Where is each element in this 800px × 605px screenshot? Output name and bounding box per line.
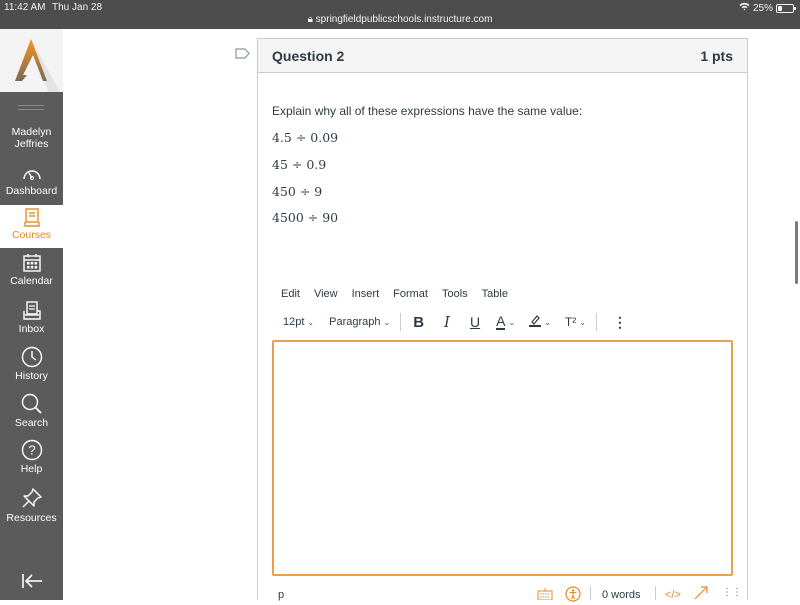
fullscreen-icon[interactable] [693, 586, 709, 603]
search-icon [21, 393, 43, 415]
menu-view[interactable]: View [314, 288, 338, 300]
status-bar: 11:42 AM Thu Jan 28 🔒︎ springfieldpublic… [0, 0, 800, 29]
svg-text:?: ? [28, 443, 35, 458]
chevron-down-icon: ⌄ [579, 317, 586, 327]
editor-menubar: Edit View Insert Format Tools Table [281, 288, 508, 300]
font-size-select[interactable]: 12pt ⌄ [283, 316, 314, 328]
question-header: Question 2 1 pts [258, 39, 747, 73]
sidebar-item-search[interactable]: Search [0, 393, 63, 429]
html-editor-toggle[interactable]: </> [665, 589, 681, 601]
word-count[interactable]: 0 words [602, 589, 641, 601]
menu-table[interactable]: Table [482, 288, 508, 300]
sidebar-account[interactable]: Madelyn Jeffries [0, 126, 63, 150]
address-bar[interactable]: 🔒︎ springfieldpublicschools.instructure.… [0, 14, 800, 25]
courses-icon [23, 208, 40, 228]
bold-button[interactable]: B [413, 314, 424, 331]
status-divider [655, 586, 656, 600]
more-options-button[interactable]: ⋮ [613, 314, 627, 331]
status-divider [590, 586, 591, 600]
sidebar-item-help[interactable]: ? Help [0, 439, 63, 475]
avatar-placeholder [18, 105, 44, 106]
canvas-logo[interactable] [0, 29, 63, 92]
chevron-down-icon: ⌄ [508, 317, 516, 327]
element-path[interactable]: p [278, 589, 284, 601]
expression: 4500 ÷ 90 [272, 210, 339, 225]
accessibility-icon[interactable] [565, 586, 581, 605]
question-title: Question 2 [272, 47, 345, 64]
pin-icon [21, 487, 43, 509]
chevron-down-icon: ⌄ [544, 317, 551, 327]
text-color-button[interactable]: A ⌄ [496, 314, 516, 330]
sidebar-item-dashboard[interactable]: Dashboard [0, 166, 63, 204]
sidebar-item-inbox[interactable]: Inbox [0, 301, 63, 335]
sidebar-item-calendar[interactable]: Calendar [0, 253, 63, 287]
history-icon [21, 346, 43, 368]
toolbar-divider [400, 313, 402, 331]
sidebar-item-courses[interactable]: Courses [0, 205, 63, 248]
collapse-arrow-icon[interactable] [21, 573, 43, 594]
chevron-down-icon: ⌄ [383, 317, 391, 327]
calendar-icon [22, 253, 42, 273]
highlight-color-button[interactable]: ⌄ [529, 314, 551, 330]
sidebar-item-resources[interactable]: Resources [0, 487, 63, 524]
answer-editor[interactable] [272, 340, 733, 576]
url-text: springfieldpublicschools.instructure.com [315, 14, 493, 25]
block-format-select[interactable]: Paragraph ⌄ [329, 316, 390, 328]
wifi-icon [739, 2, 750, 14]
page-scrollbar[interactable] [795, 221, 798, 284]
question-prompt: Explain why all of these expressions hav… [272, 104, 583, 118]
inbox-icon [22, 301, 42, 321]
global-nav: Madelyn Jeffries Dashboard Courses Calen… [0, 29, 63, 600]
menu-format[interactable]: Format [393, 288, 428, 300]
menu-tools[interactable]: Tools [442, 288, 468, 300]
battery-icon [776, 3, 796, 13]
help-icon: ? [21, 439, 43, 461]
clock: 11:42 AM [4, 2, 46, 13]
editor-statusbar: p 0 words </> ⋮⋮ [272, 586, 742, 603]
dashboard-icon [22, 166, 42, 182]
superscript-button[interactable]: T² ⌄ [565, 315, 586, 329]
editor-toolbar: 12pt ⌄ Paragraph ⌄ B I U A ⌄ ⌄ T² ⌄ ⋮ [283, 312, 627, 332]
menu-insert[interactable]: Insert [352, 288, 380, 300]
menu-edit[interactable]: Edit [281, 288, 300, 300]
expression: 4.5 ÷ 0.09 [272, 130, 339, 145]
battery-percent: 25% [752, 2, 773, 14]
sidebar-item-history[interactable]: History [0, 346, 63, 382]
date: Thu Jan 28 [52, 2, 103, 13]
lock-icon: 🔒︎ [307, 14, 313, 25]
flag-question-icon[interactable] [235, 46, 250, 64]
resize-handle-icon[interactable]: ⋮⋮ [722, 587, 742, 598]
highlighter-icon [529, 314, 542, 330]
keyboard-icon[interactable] [537, 588, 553, 603]
question-points: 1 pts [700, 47, 733, 64]
expression: 45 ÷ 0.9 [272, 157, 327, 172]
toolbar-divider [595, 313, 597, 331]
expression: 450 ÷ 9 [272, 184, 323, 199]
italic-button[interactable]: I [444, 313, 450, 331]
underline-button[interactable]: U [470, 314, 480, 330]
chevron-down-icon: ⌄ [307, 317, 315, 327]
